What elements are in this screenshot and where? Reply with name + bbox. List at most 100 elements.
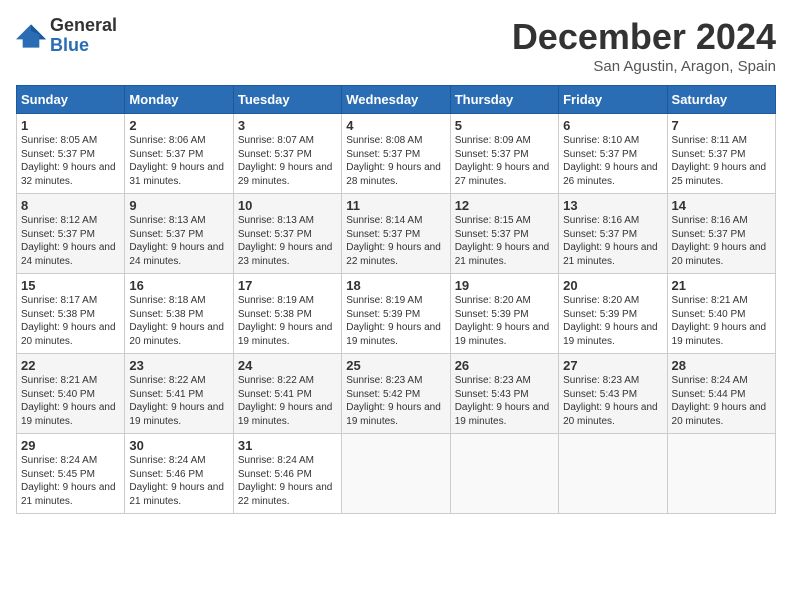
cell-info: Sunrise: 8:22 AMSunset: 5:41 PMDaylight:…: [129, 375, 224, 427]
cell-info: Sunrise: 8:18 AMSunset: 5:38 PMDaylight:…: [129, 295, 224, 347]
day-number: 24: [238, 358, 337, 373]
day-header: Saturday: [667, 86, 775, 114]
calendar-cell: 25 Sunrise: 8:23 AMSunset: 5:42 PMDaylig…: [342, 354, 450, 434]
cell-info: Sunrise: 8:09 AMSunset: 5:37 PMDaylight:…: [455, 135, 550, 187]
cell-info: Sunrise: 8:21 AMSunset: 5:40 PMDaylight:…: [21, 375, 116, 427]
day-header: Wednesday: [342, 86, 450, 114]
title-block: December 2024 San Agustin, Aragon, Spain: [512, 16, 776, 75]
calendar-cell: [559, 434, 667, 514]
calendar-cell: [667, 434, 775, 514]
logo-text: General Blue: [50, 16, 117, 56]
day-number: 7: [672, 118, 771, 133]
cell-info: Sunrise: 8:24 AMSunset: 5:44 PMDaylight:…: [672, 375, 767, 427]
day-number: 16: [129, 278, 228, 293]
location: San Agustin, Aragon, Spain: [512, 58, 776, 75]
day-number: 13: [563, 198, 662, 213]
day-number: 6: [563, 118, 662, 133]
calendar-cell: 27 Sunrise: 8:23 AMSunset: 5:43 PMDaylig…: [559, 354, 667, 434]
cell-info: Sunrise: 8:23 AMSunset: 5:43 PMDaylight:…: [455, 375, 550, 427]
day-header: Friday: [559, 86, 667, 114]
day-number: 2: [129, 118, 228, 133]
calendar-cell: 12 Sunrise: 8:15 AMSunset: 5:37 PMDaylig…: [450, 194, 558, 274]
day-number: 10: [238, 198, 337, 213]
day-number: 27: [563, 358, 662, 373]
day-number: 17: [238, 278, 337, 293]
day-number: 31: [238, 438, 337, 453]
day-number: 20: [563, 278, 662, 293]
logo: General Blue: [16, 16, 117, 56]
calendar-cell: 29 Sunrise: 8:24 AMSunset: 5:45 PMDaylig…: [17, 434, 125, 514]
cell-info: Sunrise: 8:24 AMSunset: 5:46 PMDaylight:…: [129, 455, 224, 507]
main-container: General Blue December 2024 San Agustin, …: [0, 0, 792, 522]
day-number: 11: [346, 198, 445, 213]
cell-info: Sunrise: 8:16 AMSunset: 5:37 PMDaylight:…: [672, 215, 767, 267]
calendar-cell: 10 Sunrise: 8:13 AMSunset: 5:37 PMDaylig…: [233, 194, 341, 274]
calendar-cell: 8 Sunrise: 8:12 AMSunset: 5:37 PMDayligh…: [17, 194, 125, 274]
calendar-cell: 15 Sunrise: 8:17 AMSunset: 5:38 PMDaylig…: [17, 274, 125, 354]
day-number: 9: [129, 198, 228, 213]
day-number: 30: [129, 438, 228, 453]
cell-info: Sunrise: 8:13 AMSunset: 5:37 PMDaylight:…: [129, 215, 224, 267]
day-number: 12: [455, 198, 554, 213]
cell-info: Sunrise: 8:11 AMSunset: 5:37 PMDaylight:…: [672, 135, 767, 187]
logo-general: General: [50, 16, 117, 36]
calendar-cell: 28 Sunrise: 8:24 AMSunset: 5:44 PMDaylig…: [667, 354, 775, 434]
calendar-week-row: 1 Sunrise: 8:05 AMSunset: 5:37 PMDayligh…: [17, 114, 776, 194]
calendar-cell: 24 Sunrise: 8:22 AMSunset: 5:41 PMDaylig…: [233, 354, 341, 434]
header: General Blue December 2024 San Agustin, …: [16, 16, 776, 75]
day-number: 8: [21, 198, 120, 213]
calendar-cell: 2 Sunrise: 8:06 AMSunset: 5:37 PMDayligh…: [125, 114, 233, 194]
day-number: 29: [21, 438, 120, 453]
day-number: 4: [346, 118, 445, 133]
calendar-cell: 4 Sunrise: 8:08 AMSunset: 5:37 PMDayligh…: [342, 114, 450, 194]
calendar-cell: 7 Sunrise: 8:11 AMSunset: 5:37 PMDayligh…: [667, 114, 775, 194]
cell-info: Sunrise: 8:20 AMSunset: 5:39 PMDaylight:…: [563, 295, 658, 347]
cell-info: Sunrise: 8:24 AMSunset: 5:45 PMDaylight:…: [21, 455, 116, 507]
calendar-cell: 5 Sunrise: 8:09 AMSunset: 5:37 PMDayligh…: [450, 114, 558, 194]
header-row: SundayMondayTuesdayWednesdayThursdayFrid…: [17, 86, 776, 114]
cell-info: Sunrise: 8:23 AMSunset: 5:42 PMDaylight:…: [346, 375, 441, 427]
day-number: 26: [455, 358, 554, 373]
cell-info: Sunrise: 8:14 AMSunset: 5:37 PMDaylight:…: [346, 215, 441, 267]
calendar-cell: 14 Sunrise: 8:16 AMSunset: 5:37 PMDaylig…: [667, 194, 775, 274]
cell-info: Sunrise: 8:22 AMSunset: 5:41 PMDaylight:…: [238, 375, 333, 427]
day-number: 28: [672, 358, 771, 373]
cell-info: Sunrise: 8:21 AMSunset: 5:40 PMDaylight:…: [672, 295, 767, 347]
calendar-cell: 18 Sunrise: 8:19 AMSunset: 5:39 PMDaylig…: [342, 274, 450, 354]
day-number: 14: [672, 198, 771, 213]
cell-info: Sunrise: 8:17 AMSunset: 5:38 PMDaylight:…: [21, 295, 116, 347]
cell-info: Sunrise: 8:07 AMSunset: 5:37 PMDaylight:…: [238, 135, 333, 187]
day-number: 3: [238, 118, 337, 133]
calendar-cell: 6 Sunrise: 8:10 AMSunset: 5:37 PMDayligh…: [559, 114, 667, 194]
calendar-week-row: 8 Sunrise: 8:12 AMSunset: 5:37 PMDayligh…: [17, 194, 776, 274]
cell-info: Sunrise: 8:13 AMSunset: 5:37 PMDaylight:…: [238, 215, 333, 267]
cell-info: Sunrise: 8:08 AMSunset: 5:37 PMDaylight:…: [346, 135, 441, 187]
day-header: Thursday: [450, 86, 558, 114]
calendar-cell: 16 Sunrise: 8:18 AMSunset: 5:38 PMDaylig…: [125, 274, 233, 354]
calendar-table: SundayMondayTuesdayWednesdayThursdayFrid…: [16, 85, 776, 514]
cell-info: Sunrise: 8:10 AMSunset: 5:37 PMDaylight:…: [563, 135, 658, 187]
day-header: Tuesday: [233, 86, 341, 114]
calendar-cell: 31 Sunrise: 8:24 AMSunset: 5:46 PMDaylig…: [233, 434, 341, 514]
cell-info: Sunrise: 8:05 AMSunset: 5:37 PMDaylight:…: [21, 135, 116, 187]
cell-info: Sunrise: 8:24 AMSunset: 5:46 PMDaylight:…: [238, 455, 333, 507]
day-number: 21: [672, 278, 771, 293]
cell-info: Sunrise: 8:06 AMSunset: 5:37 PMDaylight:…: [129, 135, 224, 187]
calendar-week-row: 22 Sunrise: 8:21 AMSunset: 5:40 PMDaylig…: [17, 354, 776, 434]
calendar-cell: [450, 434, 558, 514]
calendar-cell: 3 Sunrise: 8:07 AMSunset: 5:37 PMDayligh…: [233, 114, 341, 194]
cell-info: Sunrise: 8:19 AMSunset: 5:38 PMDaylight:…: [238, 295, 333, 347]
day-number: 19: [455, 278, 554, 293]
logo-icon: [16, 22, 46, 50]
calendar-week-row: 29 Sunrise: 8:24 AMSunset: 5:45 PMDaylig…: [17, 434, 776, 514]
calendar-week-row: 15 Sunrise: 8:17 AMSunset: 5:38 PMDaylig…: [17, 274, 776, 354]
calendar-cell: 20 Sunrise: 8:20 AMSunset: 5:39 PMDaylig…: [559, 274, 667, 354]
day-number: 18: [346, 278, 445, 293]
month-title: December 2024: [512, 16, 776, 58]
day-number: 15: [21, 278, 120, 293]
calendar-cell: 1 Sunrise: 8:05 AMSunset: 5:37 PMDayligh…: [17, 114, 125, 194]
calendar-cell: 26 Sunrise: 8:23 AMSunset: 5:43 PMDaylig…: [450, 354, 558, 434]
calendar-cell: 23 Sunrise: 8:22 AMSunset: 5:41 PMDaylig…: [125, 354, 233, 434]
day-number: 23: [129, 358, 228, 373]
cell-info: Sunrise: 8:19 AMSunset: 5:39 PMDaylight:…: [346, 295, 441, 347]
